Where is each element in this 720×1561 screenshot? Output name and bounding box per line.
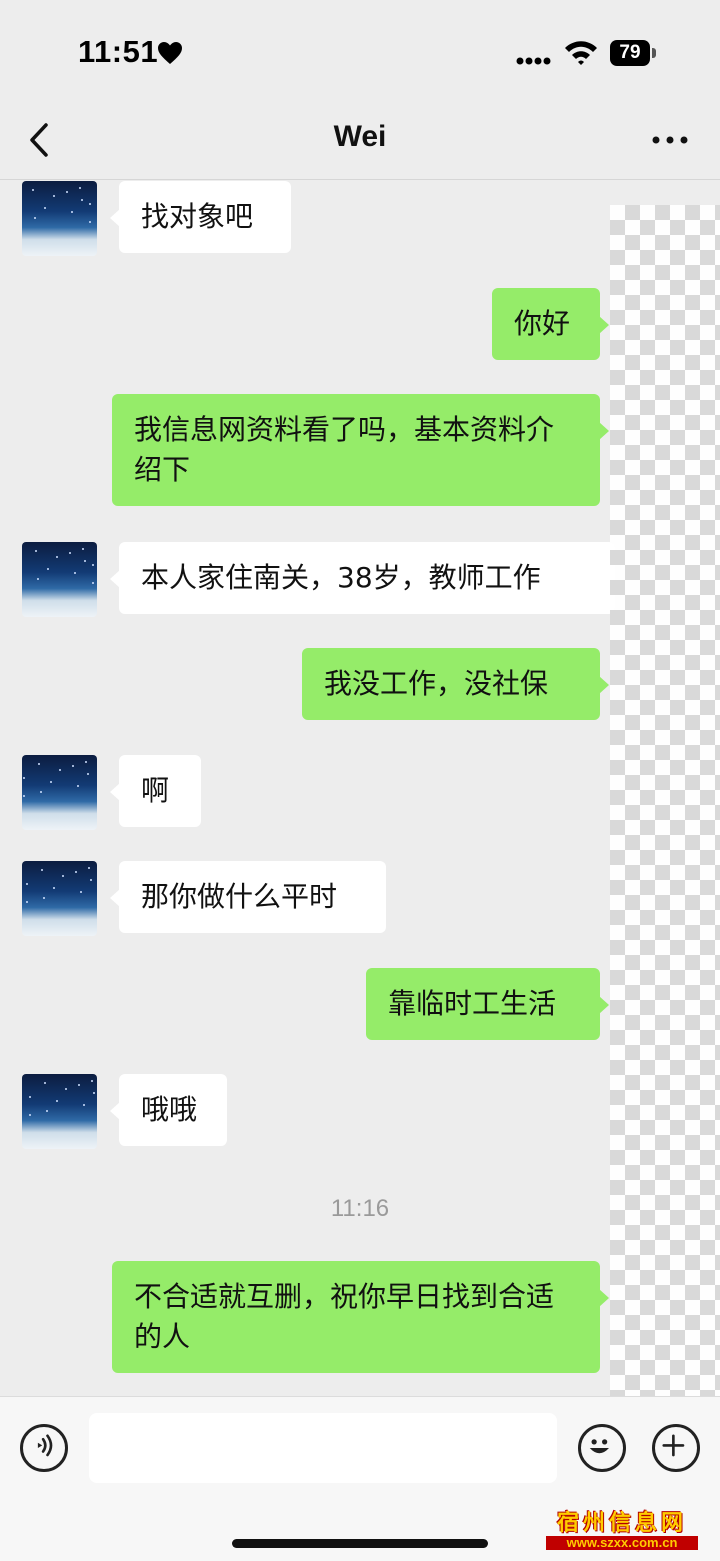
- watermark-logo: 宿州信息网 www.szxx.com.cn: [546, 1510, 698, 1550]
- avatar-star: [26, 901, 28, 903]
- emoji-button[interactable]: [578, 1424, 626, 1472]
- avatar-star: [87, 773, 89, 775]
- message-bubble-incoming[interactable]: 本人家住南关，38岁，教师工作: [110, 542, 615, 614]
- avatar-star: [78, 1084, 80, 1086]
- privacy-mask: [610, 205, 720, 1435]
- avatar-star: [74, 572, 76, 574]
- avatar-star: [43, 897, 45, 899]
- avatar-star: [62, 875, 64, 877]
- avatar-star: [53, 887, 55, 889]
- avatar-star: [59, 769, 61, 771]
- avatar-star: [92, 564, 94, 566]
- message-bubble-outgoing[interactable]: 你好: [492, 288, 609, 360]
- avatar-star: [53, 195, 55, 197]
- avatar-star: [85, 761, 87, 763]
- avatar-star: [88, 867, 90, 869]
- avatar-star: [82, 548, 84, 550]
- message-bubble-incoming[interactable]: 啊: [110, 755, 201, 827]
- avatar-star: [91, 1080, 93, 1082]
- avatar-star: [44, 207, 46, 209]
- avatar-star: [83, 1104, 85, 1106]
- avatar-star: [90, 879, 92, 881]
- avatar-star: [72, 765, 74, 767]
- wifi-icon: [565, 41, 597, 65]
- avatar-star: [93, 1092, 95, 1094]
- avatar-star: [66, 191, 68, 193]
- avatar-star: [84, 560, 86, 562]
- avatar-star: [34, 217, 36, 219]
- voice-icon: [37, 1434, 53, 1457]
- avatar-star: [56, 556, 58, 558]
- avatar-star: [41, 869, 43, 871]
- avatar-star: [37, 578, 39, 580]
- status-time: 11:51: [78, 34, 159, 69]
- avatar[interactable]: [22, 542, 97, 617]
- home-indicator: [232, 1539, 488, 1548]
- avatar-star: [29, 1096, 31, 1098]
- avatar-star: [35, 550, 37, 552]
- avatar-star: [26, 883, 28, 885]
- heart-icon: [158, 42, 182, 64]
- avatar-star: [40, 791, 42, 793]
- avatar[interactable]: [22, 181, 97, 256]
- message-bubble-incoming[interactable]: 哦哦: [110, 1074, 227, 1146]
- avatar-star: [92, 582, 94, 584]
- message-bubble-incoming[interactable]: 找对象吧: [110, 181, 291, 253]
- battery-indicator: 79: [610, 40, 650, 66]
- signal-icon: [516, 57, 551, 65]
- avatar-star: [46, 1110, 48, 1112]
- message-input[interactable]: [89, 1413, 557, 1483]
- message-bubble-incoming[interactable]: 那你做什么平时: [110, 861, 386, 933]
- avatar-star: [44, 1082, 46, 1084]
- avatar-star: [79, 187, 81, 189]
- avatar-star: [65, 1088, 67, 1090]
- avatar-star: [38, 763, 40, 765]
- chat-title: Wei: [333, 120, 387, 153]
- avatar-star: [77, 785, 79, 787]
- battery-cap: [652, 48, 656, 58]
- avatar[interactable]: [22, 1074, 97, 1149]
- input-bar: 宿州信息网 www.szxx.com.cn: [0, 1396, 720, 1561]
- avatar-star: [89, 203, 91, 205]
- avatar-star: [80, 891, 82, 893]
- message-bubble-outgoing[interactable]: 我信息网资料看了吗，基本资料介绍下: [112, 394, 609, 506]
- plus-button[interactable]: [652, 1424, 700, 1472]
- avatar[interactable]: [22, 755, 97, 830]
- avatar-star: [89, 221, 91, 223]
- plus-icon: [662, 1434, 685, 1457]
- more-icon[interactable]: [650, 134, 690, 146]
- message-bubble-outgoing[interactable]: 靠临时工生活: [366, 968, 609, 1040]
- watermark-url: www.szxx.com.cn: [546, 1536, 698, 1550]
- avatar-star: [23, 795, 25, 797]
- avatar[interactable]: [22, 861, 97, 936]
- avatar-star: [56, 1100, 58, 1102]
- avatar-star: [81, 199, 83, 201]
- avatar-star: [29, 1114, 31, 1116]
- avatar-star: [75, 871, 77, 873]
- message-bubble-outgoing[interactable]: 不合适就互删，祝你早日找到合适的人: [112, 1261, 609, 1373]
- avatar-star: [50, 781, 52, 783]
- avatar-star: [71, 211, 73, 213]
- emoji-icon: [589, 1439, 609, 1454]
- avatar-star: [32, 189, 34, 191]
- voice-button[interactable]: [20, 1424, 68, 1472]
- watermark-title: 宿州信息网: [556, 1510, 687, 1536]
- avatar-star: [69, 552, 71, 554]
- message-bubble-outgoing[interactable]: 我没工作，没社保: [302, 648, 609, 720]
- nav-bar: Wei: [0, 100, 720, 180]
- avatar-star: [23, 777, 25, 779]
- avatar-star: [47, 568, 49, 570]
- status-bar: 11:51 79: [0, 0, 720, 100]
